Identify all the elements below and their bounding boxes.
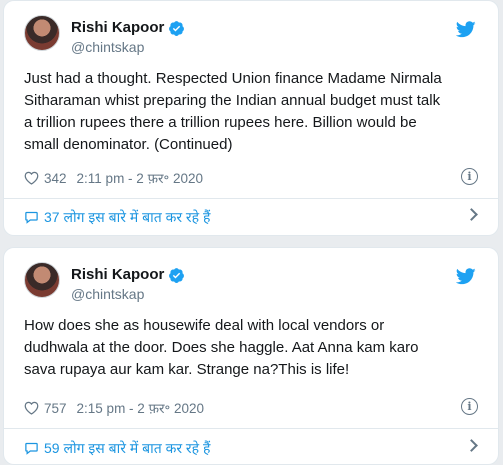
author-name-line[interactable]: Rishi Kapoor (71, 266, 185, 284)
author-handle[interactable]: @chintskap (71, 39, 144, 55)
chat-bubble-icon (25, 211, 38, 224)
info-icon[interactable]: i (461, 168, 478, 185)
like-count[interactable]: 757 (44, 401, 67, 416)
verified-badge-icon (169, 267, 185, 283)
tweet-meta: 342 2:11 pm - 2 फ़र॰ 2020 i (24, 168, 484, 188)
twitter-bird-icon[interactable] (456, 21, 476, 38)
author-name[interactable]: Rishi Kapoor (71, 266, 164, 284)
chat-bubble-icon (25, 442, 38, 455)
discussion-label[interactable]: 59 लोग इस बारे में बात कर रहे हैं (44, 439, 210, 458)
info-icon[interactable]: i (461, 398, 478, 415)
tweet-meta: 757 2:15 pm - 2 फ़र॰ 2020 i (24, 398, 484, 418)
verified-badge-icon (169, 20, 185, 36)
tweet-header: Rishi Kapoor @chintskap (24, 262, 486, 304)
discussion-label[interactable]: 37 लोग इस बारे में बात कर रहे हैं (44, 208, 210, 227)
heart-icon[interactable] (24, 401, 39, 415)
tweet-text: Just had a thought. Respected Union fina… (24, 70, 442, 153)
avatar[interactable] (24, 262, 60, 298)
tweet-timestamp[interactable]: 2:11 pm - 2 फ़र॰ 2020 (77, 169, 204, 187)
tweet-text: How does she as housewife deal with loca… (24, 317, 419, 378)
discussion-link[interactable]: 37 लोग इस बारे में बात कर रहे हैं (24, 207, 484, 227)
author-name[interactable]: Rishi Kapoor (71, 19, 164, 37)
like-count[interactable]: 342 (44, 171, 67, 186)
avatar[interactable] (24, 15, 60, 51)
author-handle[interactable]: @chintskap (71, 286, 144, 302)
twitter-bird-icon[interactable] (456, 268, 476, 285)
discussion-link[interactable]: 59 लोग इस बारे में बात कर रहे हैं (24, 438, 484, 458)
chevron-right-icon[interactable] (465, 208, 478, 221)
divider (4, 428, 498, 429)
tweet-timestamp[interactable]: 2:15 pm - 2 फ़र॰ 2020 (77, 399, 205, 417)
tweet-card[interactable]: Rishi Kapoor @chintskap Just had a thoug… (3, 0, 499, 236)
tweet-card[interactable]: Rishi Kapoor @chintskap How does she as … (3, 247, 499, 465)
heart-icon[interactable] (24, 171, 39, 185)
author-name-line[interactable]: Rishi Kapoor (71, 19, 185, 37)
divider (4, 198, 498, 199)
tweet-header: Rishi Kapoor @chintskap (24, 15, 486, 57)
chevron-right-icon[interactable] (465, 439, 478, 452)
